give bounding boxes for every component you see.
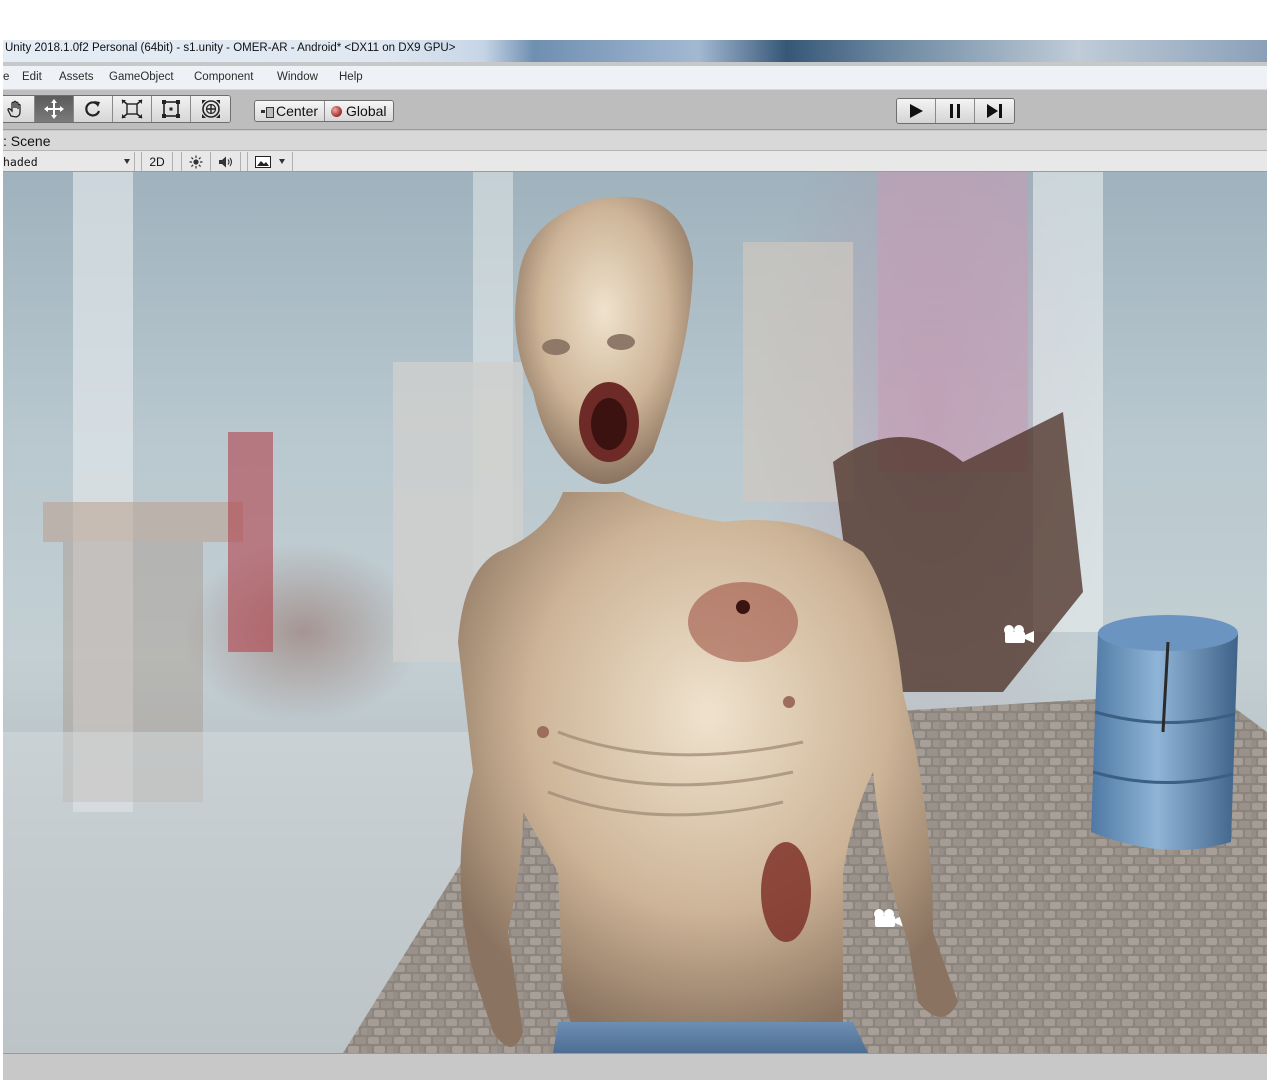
pink-banner [878,172,1028,472]
hand-icon [7,100,21,118]
window-title: Unity 2018.1.0f2 Personal (64bit) - s1.u… [5,42,456,54]
pivot-controls: Center Global [254,100,394,122]
2d-mode-label: 2D [149,154,165,169]
scale-icon [121,99,143,119]
unity-editor-window: Unity 2018.1.0f2 Personal (64bit) - s1.u… [3,40,1267,1080]
pivot-center-icon [261,106,274,118]
menu-gameobject[interactable]: GameObject [109,71,174,83]
audio-icon [218,156,232,167]
pivot-mode-label: Center [276,103,319,119]
move-icon [44,99,64,119]
blurry-table [43,502,243,542]
zombie-jeans [553,1022,868,1053]
lighting-toggle[interactable] [181,152,211,171]
pivot-rotation-button[interactable]: Global [325,101,393,121]
rotate-icon [85,101,101,117]
wound [736,600,750,614]
zombie-eye [607,334,635,350]
barrel [1091,615,1238,850]
transform-icon [201,100,220,118]
scene-toolbar: haded 2D [3,151,1267,172]
pause-icon [950,104,960,118]
move-tool-button[interactable] [35,96,74,122]
audio-toggle[interactable] [211,152,241,171]
dropdown-arrow-icon [124,159,130,164]
menu-component[interactable]: Component [194,71,253,83]
effects-icon [255,155,271,168]
play-button[interactable] [897,99,936,123]
main-toolbar: Center Global [3,90,1267,130]
hand-tool-button[interactable] [3,96,35,122]
transform-tools [3,95,231,123]
rect-tool-button[interactable] [152,96,191,122]
title-bar[interactable]: Unity 2018.1.0f2 Personal (64bit) - s1.u… [3,40,1267,62]
rotate-tool-button[interactable] [74,96,113,122]
step-icon [986,104,1002,118]
2d-mode-toggle[interactable]: 2D [141,152,173,171]
wound [761,842,811,942]
dropdown-arrow-icon [279,159,285,164]
rect-icon [162,100,180,118]
draw-mode-value: haded [3,154,38,169]
zombie-eye [542,339,570,355]
menu-assets[interactable]: Assets [59,71,94,83]
wound [688,582,798,662]
step-button[interactable] [975,99,1014,123]
scene-render [3,172,1267,1053]
status-bar [3,1053,1267,1080]
red-object [228,432,273,652]
menu-window[interactable]: Window [277,71,318,83]
scene-tab-bar: : Scene [3,131,1267,151]
menu-bar: e Edit Assets GameObject Component Windo… [3,66,1267,90]
scale-tool-button[interactable] [113,96,152,122]
play-icon [910,104,923,118]
tab-scene[interactable]: : Scene [3,133,50,149]
menu-edit[interactable]: Edit [22,71,42,83]
pivot-mode-button[interactable]: Center [255,101,326,121]
globe-icon [331,105,343,117]
menu-file[interactable]: e [3,71,9,83]
pause-button[interactable] [936,99,975,123]
lighting-icon [189,155,203,168]
pivot-rotation-label: Global [346,103,387,119]
menu-help[interactable]: Help [339,71,363,83]
playback-controls [896,98,1015,124]
scene-viewport[interactable] [3,172,1267,1053]
transform-tool-button[interactable] [191,96,230,122]
draw-mode-dropdown[interactable]: haded [3,152,135,171]
effects-dropdown[interactable] [247,152,293,171]
